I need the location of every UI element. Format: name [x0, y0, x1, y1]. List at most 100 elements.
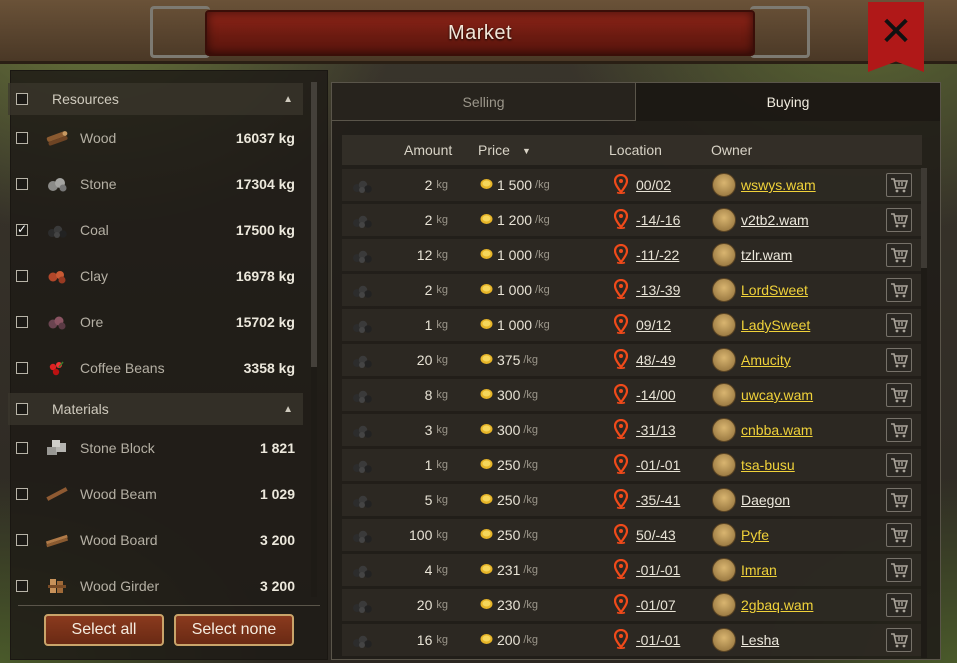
offer-owner[interactable]: 2gbaq.wam: [712, 589, 813, 621]
offer-location[interactable]: -11/-22: [613, 239, 679, 271]
buy-cart-button[interactable]: [886, 208, 912, 232]
location-link[interactable]: -14/00: [636, 387, 676, 403]
filter-checkbox[interactable]: [16, 534, 28, 546]
buy-cart-button[interactable]: [886, 558, 912, 582]
location-link[interactable]: -01/-01: [636, 562, 680, 578]
close-button[interactable]: ✕: [868, 2, 924, 72]
filter-item-stone[interactable]: Stone 17304 kg: [8, 164, 303, 204]
offer-owner[interactable]: cnbba.wam: [712, 414, 813, 446]
location-link[interactable]: -01/-01: [636, 632, 680, 648]
filter-item-wood[interactable]: Wood 16037 kg: [8, 118, 303, 158]
owner-link[interactable]: tzlr.wam: [741, 247, 792, 263]
offer-owner[interactable]: v2tb2.wam: [712, 204, 809, 236]
offer-owner[interactable]: uwcay.wam: [712, 379, 813, 411]
owner-link[interactable]: LadySweet: [741, 317, 810, 333]
offer-owner[interactable]: LadySweet: [712, 309, 810, 341]
select-none-button[interactable]: Select none: [174, 614, 294, 646]
owner-link[interactable]: 2gbaq.wam: [741, 597, 813, 613]
materials-checkbox[interactable]: [16, 403, 28, 415]
collapse-arrow-icon[interactable]: ▲: [283, 94, 293, 105]
offer-location[interactable]: 09/12: [613, 309, 671, 341]
buy-cart-button[interactable]: [886, 173, 912, 197]
offer-location[interactable]: -14/00: [613, 379, 676, 411]
owner-link[interactable]: tsa-busu: [741, 457, 795, 473]
offer-owner[interactable]: Daegon: [712, 484, 790, 516]
buy-cart-button[interactable]: [886, 453, 912, 477]
buy-cart-button[interactable]: [886, 278, 912, 302]
filter-scroll-thumb[interactable]: [311, 82, 317, 367]
buy-cart-button[interactable]: [886, 243, 912, 267]
filter-item-ore[interactable]: Ore 15702 kg: [8, 302, 303, 342]
buy-cart-button[interactable]: [886, 348, 912, 372]
filter-item-coal[interactable]: Coal 17500 kg: [8, 210, 303, 250]
location-link[interactable]: -13/-39: [636, 282, 680, 298]
category-header-resources[interactable]: Resources ▲: [8, 83, 303, 115]
owner-link[interactable]: Lesha: [741, 632, 779, 648]
location-link[interactable]: -01/-01: [636, 457, 680, 473]
owner-link[interactable]: Daegon: [741, 492, 790, 508]
collapse-arrow-icon[interactable]: ▲: [283, 404, 293, 415]
buy-cart-button[interactable]: [886, 313, 912, 337]
column-header-owner[interactable]: Owner: [711, 142, 752, 158]
location-link[interactable]: -01/07: [636, 597, 676, 613]
column-header-price[interactable]: Price: [478, 142, 510, 158]
offer-owner[interactable]: LordSweet: [712, 274, 808, 306]
owner-link[interactable]: Pyfe: [741, 527, 769, 543]
offers-scroll-thumb[interactable]: [921, 168, 927, 268]
column-header-amount[interactable]: Amount: [404, 142, 452, 158]
buy-cart-button[interactable]: [886, 418, 912, 442]
filter-item-clay[interactable]: Clay 16978 kg: [8, 256, 303, 296]
category-header-materials[interactable]: Materials ▲: [8, 393, 303, 425]
filter-checkbox[interactable]: [16, 316, 28, 328]
buy-cart-button[interactable]: [886, 523, 912, 547]
location-link[interactable]: 00/02: [636, 177, 671, 193]
owner-link[interactable]: v2tb2.wam: [741, 212, 809, 228]
sort-desc-icon[interactable]: ▼: [522, 146, 531, 156]
filter-item-coffee-beans[interactable]: Coffee Beans 3358 kg: [8, 348, 303, 388]
offer-owner[interactable]: tsa-busu: [712, 449, 795, 481]
owner-link[interactable]: uwcay.wam: [741, 387, 813, 403]
offer-location[interactable]: -01/-01: [613, 449, 680, 481]
filter-checkbox[interactable]: [16, 580, 28, 592]
resources-checkbox[interactable]: [16, 93, 28, 105]
filter-item-wood-board[interactable]: Wood Board 3 200: [8, 520, 303, 560]
filter-checkbox[interactable]: [16, 178, 28, 190]
buy-cart-button[interactable]: [886, 593, 912, 617]
owner-link[interactable]: wswys.wam: [741, 177, 816, 193]
offer-owner[interactable]: Lesha: [712, 624, 779, 656]
filter-checkbox[interactable]: [16, 222, 28, 236]
offer-owner[interactable]: Pyfe: [712, 519, 769, 551]
offer-location[interactable]: -35/-41: [613, 484, 680, 516]
offer-location[interactable]: -31/13: [613, 414, 676, 446]
tab-buying[interactable]: Buying: [636, 83, 940, 121]
owner-link[interactable]: Amucity: [741, 352, 791, 368]
tab-selling[interactable]: Selling: [332, 83, 636, 121]
buy-cart-button[interactable]: [886, 628, 912, 652]
offer-owner[interactable]: Imran: [712, 554, 777, 586]
offer-location[interactable]: -01/-01: [613, 554, 680, 586]
owner-link[interactable]: Imran: [741, 562, 777, 578]
filter-checkbox[interactable]: [16, 270, 28, 282]
location-link[interactable]: 09/12: [636, 317, 671, 333]
offer-owner[interactable]: tzlr.wam: [712, 239, 792, 271]
offer-owner[interactable]: wswys.wam: [712, 169, 816, 201]
location-link[interactable]: 48/-49: [636, 352, 676, 368]
filter-scrollbar[interactable]: [311, 82, 317, 597]
buy-cart-button[interactable]: [886, 383, 912, 407]
owner-link[interactable]: LordSweet: [741, 282, 808, 298]
filter-checkbox[interactable]: [16, 362, 28, 374]
location-link[interactable]: -14/-16: [636, 212, 680, 228]
offer-owner[interactable]: Amucity: [712, 344, 791, 376]
filter-item-wood-girder[interactable]: Wood Girder 3 200: [8, 566, 303, 606]
owner-link[interactable]: cnbba.wam: [741, 422, 813, 438]
filter-item-wood-beam[interactable]: Wood Beam 1 029: [8, 474, 303, 514]
filter-checkbox[interactable]: [16, 442, 28, 454]
offer-location[interactable]: -01/-01: [613, 624, 680, 656]
filter-checkbox[interactable]: [16, 132, 28, 144]
select-all-button[interactable]: Select all: [44, 614, 164, 646]
location-link[interactable]: -11/-22: [636, 247, 679, 263]
offer-location[interactable]: -01/07: [613, 589, 676, 621]
offer-location[interactable]: -14/-16: [613, 204, 680, 236]
offers-scrollbar[interactable]: [921, 168, 927, 658]
offer-location[interactable]: 50/-43: [613, 519, 676, 551]
